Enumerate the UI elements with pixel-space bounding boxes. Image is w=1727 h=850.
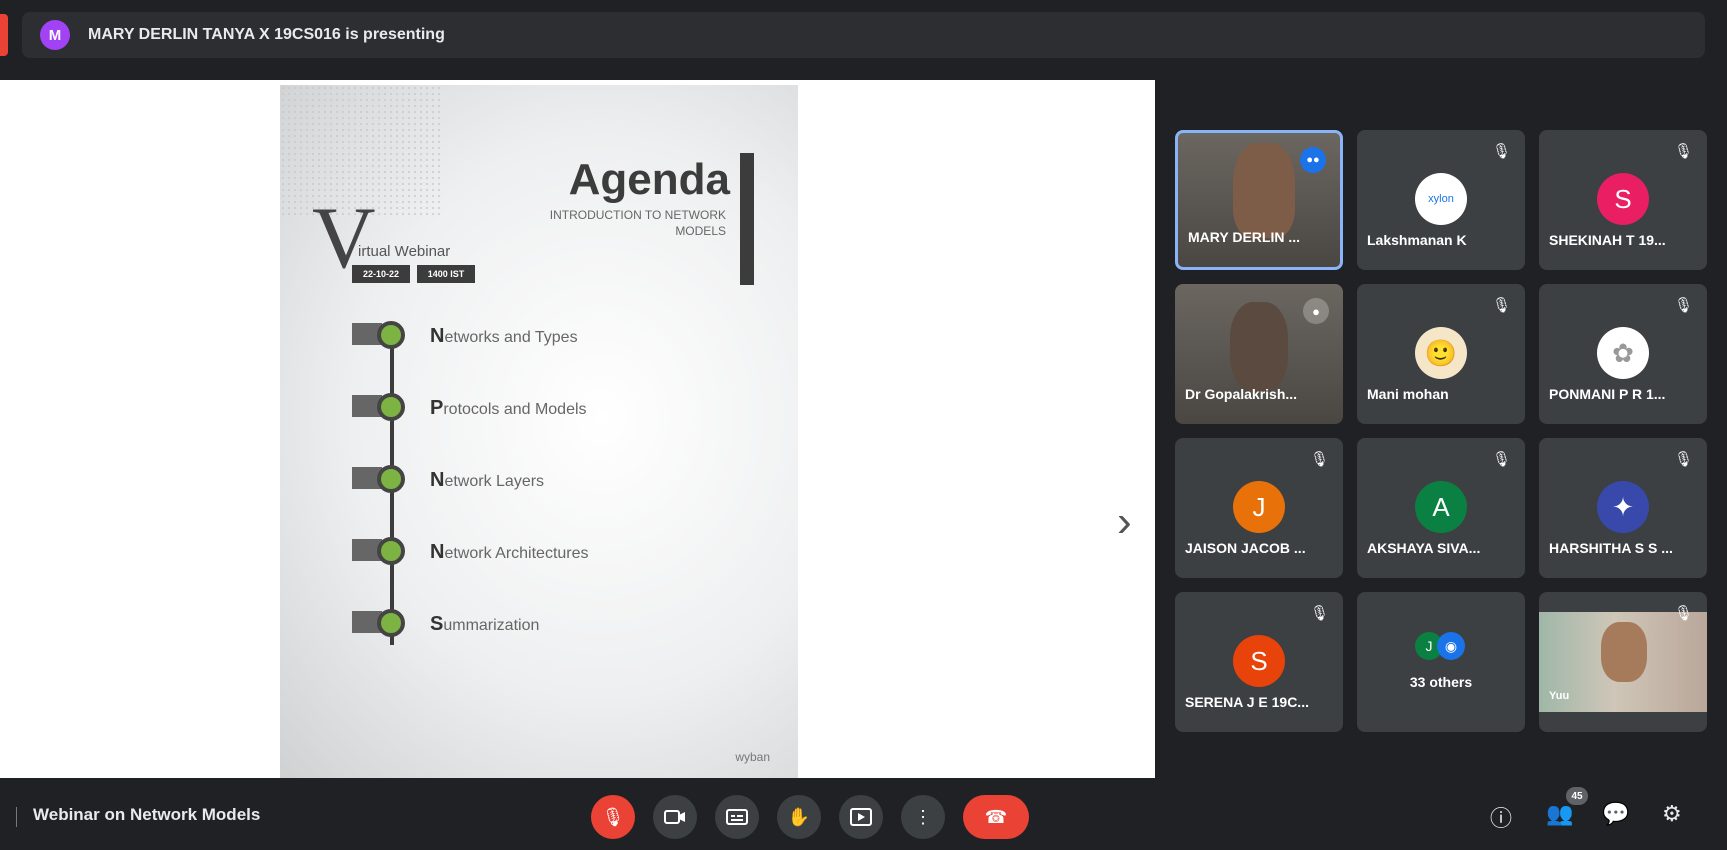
present-icon: [850, 808, 872, 826]
agenda-item-title: Networks and Types: [430, 325, 578, 347]
mic-off-icon: 🎙: [1673, 143, 1693, 160]
participant-name: Yuu: [1549, 690, 1570, 702]
participant-tile[interactable]: 🎙 ✦ HARSHITHA S S ...: [1539, 438, 1707, 578]
agenda-item: Protocols and Models: [280, 393, 798, 455]
participant-tile[interactable]: 🎙 xylon Lakshmanan K: [1357, 130, 1525, 270]
slide-subtitle: INTRODUCTION TO NETWORK MODELS: [549, 208, 726, 238]
participant-video: [1233, 143, 1295, 238]
people-icon[interactable]: 👥: [1546, 801, 1573, 827]
people-count-badge: 45: [1566, 787, 1588, 805]
participant-name: Lakshmanan K: [1367, 232, 1467, 248]
shared-screen: Agenda INTRODUCTION TO NETWORK MODELS V …: [0, 80, 1155, 837]
agenda-item: Network Layers: [280, 465, 798, 527]
raise-hand-icon: ✋: [787, 806, 811, 827]
agenda-item-title: Network Layers: [430, 469, 545, 491]
participant-tile[interactable]: 🎙 🙂 Mani mohan: [1357, 284, 1525, 424]
chat-icon[interactable]: 💬: [1602, 801, 1629, 827]
presenting-text: MARY DERLIN TANYA X 19CS016 is presentin…: [88, 26, 445, 43]
speaking-indicator-icon: ●: [1303, 298, 1329, 324]
participant-avatar: 🙂: [1415, 327, 1467, 379]
activities-icon[interactable]: ⚙: [1662, 801, 1682, 827]
mic-off-icon: 🎙: [1673, 297, 1693, 314]
presenting-banner: M MARY DERLIN TANYA X 19CS016 is present…: [22, 12, 1705, 58]
others-avatars: J ◉: [1415, 632, 1465, 660]
participant-name: Mani mohan: [1367, 386, 1449, 402]
participant-name: SERENA J E 19C...: [1185, 694, 1309, 710]
participant-avatar: ✿: [1597, 327, 1649, 379]
timeline-dot: [377, 465, 405, 493]
participant-tile[interactable]: ●● MARY DERLIN ...: [1175, 130, 1343, 270]
presenter-avatar: M: [40, 20, 70, 50]
camera-toggle-button[interactable]: [653, 795, 697, 839]
mic-off-icon: 🎙: [1309, 451, 1329, 468]
end-call-button[interactable]: ☎: [963, 795, 1029, 839]
raise-hand-button[interactable]: ✋: [777, 795, 821, 839]
mic-off-icon: 🎙: [1491, 451, 1511, 468]
timeline-dot: [377, 321, 405, 349]
participant-avatar: A: [1415, 481, 1467, 533]
others-tile[interactable]: J ◉ 33 others: [1357, 592, 1525, 732]
left-edge-indicator: [0, 14, 8, 56]
camera-icon: [664, 810, 685, 824]
agenda-item: Summarization: [280, 609, 798, 671]
participant-avatar: ✦: [1597, 481, 1649, 533]
present-screen-button[interactable]: [839, 795, 883, 839]
participant-name: MARY DERLIN ...: [1188, 229, 1301, 245]
participant-avatar: S: [1233, 635, 1285, 687]
participant-name: SHEKINAH T 19...: [1549, 232, 1666, 248]
participant-name: AKSHAYA SIVA...: [1367, 540, 1481, 556]
others-avatar: ◉: [1437, 632, 1465, 660]
timeline-dot: [377, 537, 405, 565]
slide-logo: wyban: [735, 750, 770, 764]
time-chip: 1400 IST: [417, 265, 475, 283]
virtual-webinar-text: irtual Webinar: [358, 243, 451, 260]
participant-tile[interactable]: 🎙 S SHEKINAH T 19...: [1539, 130, 1707, 270]
mic-off-icon: 🎙: [1309, 605, 1329, 622]
participant-avatar: S: [1597, 173, 1649, 225]
participant-avatar: J: [1233, 481, 1285, 533]
participant-name: JAISON JACOB ...: [1185, 540, 1306, 556]
agenda-item-title: Network Architectures: [430, 541, 589, 563]
timeline-dot: [377, 393, 405, 421]
participant-name: PONMANI P R 1...: [1549, 386, 1666, 402]
more-vert-icon: ⋮: [914, 806, 932, 827]
next-page-arrow-icon[interactable]: ›: [1117, 500, 1132, 544]
divider: [16, 807, 17, 827]
participant-tile[interactable]: ● Dr Gopalakrish...: [1175, 284, 1343, 424]
date-chip: 22-10-22: [352, 265, 410, 283]
agenda-item-title: Summarization: [430, 613, 540, 635]
slide-title: Agenda: [568, 155, 730, 204]
info-icon[interactable]: ⓘ: [1490, 801, 1512, 833]
agenda-item: Network Architectures: [280, 537, 798, 599]
timeline-dot: [377, 609, 405, 637]
participant-tile[interactable]: 🎙 J JAISON JACOB ...: [1175, 438, 1343, 578]
mic-off-icon: 🎙: [601, 806, 625, 827]
meeting-controls-bar: Webinar on Network Models 🎙 ✋ ⋮ ☎ ⓘ 👥 45…: [0, 785, 1727, 850]
captions-button[interactable]: [715, 795, 759, 839]
end-call-icon: ☎: [984, 806, 1008, 827]
speaking-indicator-icon: ●●: [1300, 147, 1326, 173]
meeting-title: Webinar on Network Models: [33, 805, 261, 824]
participant-name: HARSHITHA S S ...: [1549, 540, 1673, 556]
presentation-slide: Agenda INTRODUCTION TO NETWORK MODELS V …: [280, 85, 798, 778]
agenda-item: Networks and Types: [280, 321, 798, 383]
participant-avatar: xylon: [1415, 173, 1467, 225]
agenda-accent-bar: [740, 153, 754, 285]
mic-off-icon: 🎙: [1673, 605, 1693, 622]
mic-off-icon: 🎙: [1673, 451, 1693, 468]
more-options-button[interactable]: ⋮: [901, 795, 945, 839]
participant-name: Dr Gopalakrish...: [1185, 386, 1298, 402]
participant-video: [1230, 302, 1288, 392]
participant-tile[interactable]: 🎙 ✿ PONMANI P R 1...: [1539, 284, 1707, 424]
participant-figure: [1601, 622, 1647, 682]
mic-off-icon: 🎙: [1491, 143, 1511, 160]
captions-icon: [726, 809, 748, 825]
mic-off-icon: 🎙: [1491, 297, 1511, 314]
agenda-item-title: Protocols and Models: [430, 397, 587, 419]
others-count: 33 others: [1409, 674, 1473, 690]
participant-tile[interactable]: 🎙 A AKSHAYA SIVA...: [1357, 438, 1525, 578]
mic-toggle-button[interactable]: 🎙: [591, 795, 635, 839]
participant-tile[interactable]: 🎙 Yuu: [1539, 592, 1707, 732]
participant-tile[interactable]: 🎙 S SERENA J E 19C...: [1175, 592, 1343, 732]
